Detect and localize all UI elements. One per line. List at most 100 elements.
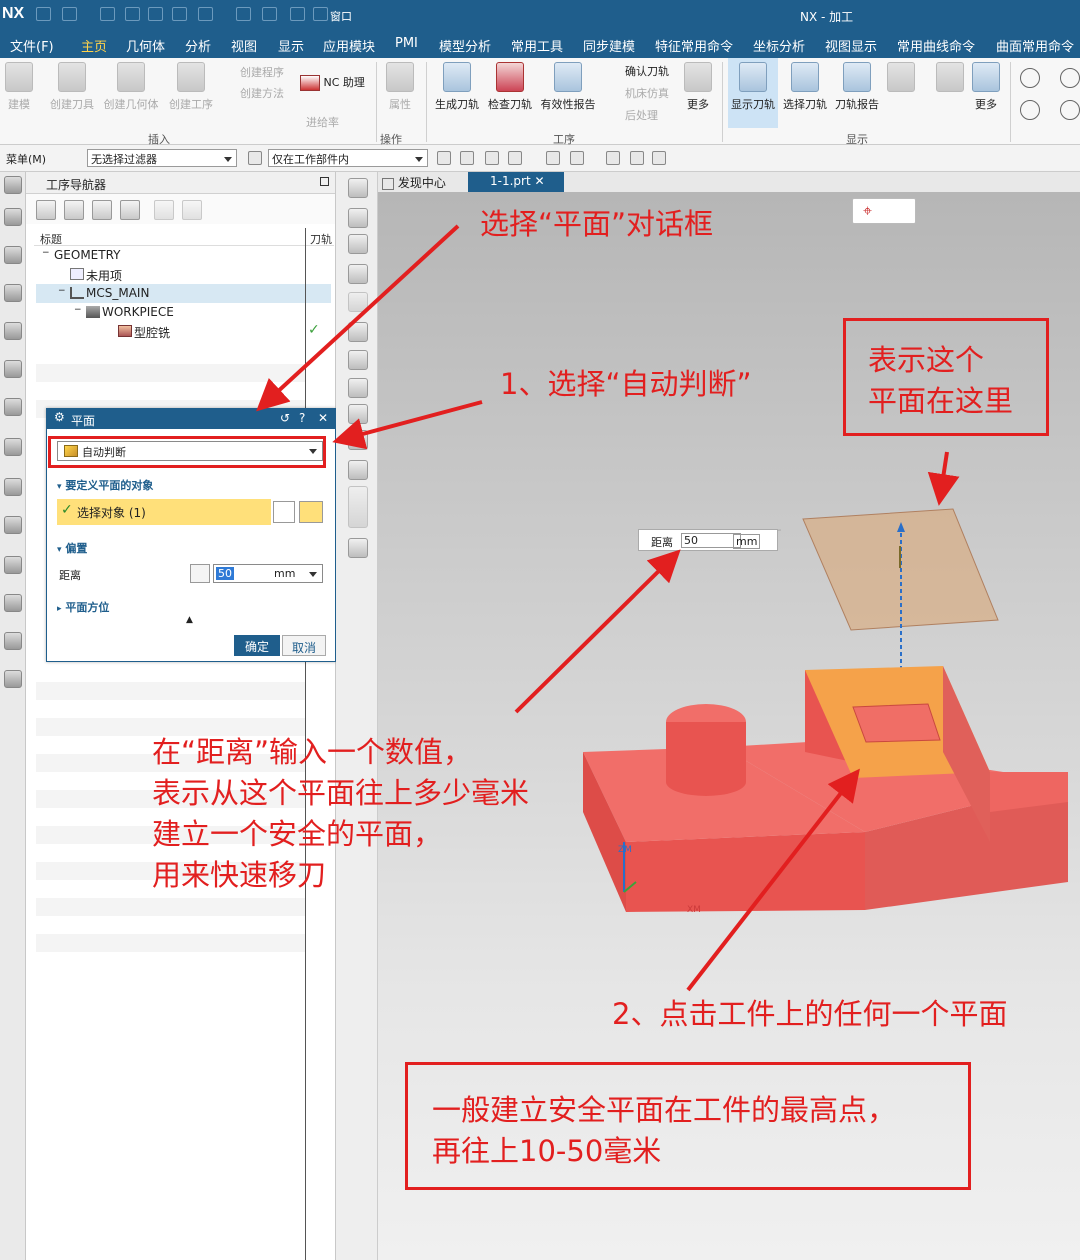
filter-icon[interactable] bbox=[248, 151, 262, 165]
menu-geometry[interactable]: 几何体 bbox=[126, 36, 165, 55]
tree-node-mcs-main[interactable]: − MCS_MAIN bbox=[36, 284, 331, 303]
create-method-button[interactable]: 创建方法 bbox=[240, 85, 284, 101]
type-filter-select[interactable]: 无选择过滤器 bbox=[87, 149, 237, 167]
menu-file[interactable]: 文件(F) bbox=[10, 36, 54, 55]
menu-home[interactable]: 主页 bbox=[81, 36, 108, 60]
menu-application[interactable]: 应用模块 bbox=[323, 36, 375, 55]
copy-icon[interactable] bbox=[125, 7, 140, 21]
select-object-row[interactable]: ✓ 选择对象 (1) bbox=[57, 499, 271, 525]
roles-icon[interactable] bbox=[4, 438, 22, 456]
cube-check-icon[interactable] bbox=[348, 378, 368, 398]
create-operation-button[interactable]: 创建工序 bbox=[166, 62, 216, 112]
next-arrow-icon[interactable] bbox=[1060, 68, 1080, 88]
layer-icon[interactable] bbox=[348, 292, 368, 312]
menu-sync-modeling[interactable]: 同步建模 bbox=[583, 36, 635, 55]
copy-cube-icon[interactable] bbox=[348, 350, 368, 370]
point-dialog-icon[interactable] bbox=[273, 501, 295, 523]
machine-view-icon[interactable] bbox=[64, 200, 84, 220]
assembly-icon[interactable] bbox=[4, 246, 22, 264]
save-icon[interactable] bbox=[36, 7, 51, 21]
path-edit-icon[interactable] bbox=[348, 460, 368, 480]
machine-simulation-button[interactable]: 机床仿真 bbox=[625, 85, 669, 101]
distance-onscreen-input[interactable]: 距离 50 mm bbox=[638, 529, 778, 551]
reuse-icon[interactable] bbox=[4, 398, 22, 416]
nx-icon[interactable] bbox=[4, 670, 22, 688]
more-display-button[interactable]: 更多 bbox=[968, 62, 1004, 112]
fit-icon[interactable] bbox=[348, 178, 368, 198]
palette-icon[interactable] bbox=[4, 478, 22, 496]
settings-icon[interactable] bbox=[4, 176, 22, 194]
tab-discovery[interactable]: 发现中心 bbox=[382, 174, 446, 191]
section-orientation-header[interactable]: ▸ 平面方位 bbox=[57, 599, 109, 615]
menu-surface-commands[interactable]: 曲面常用命令 bbox=[996, 36, 1074, 55]
select-icon[interactable] bbox=[485, 151, 499, 165]
box-select-icon[interactable] bbox=[508, 151, 522, 165]
prev-arrow-icon[interactable] bbox=[1020, 68, 1040, 88]
part-icon[interactable] bbox=[4, 208, 22, 226]
menu-display[interactable]: 显示 bbox=[278, 36, 304, 55]
select-toolpath-button[interactable]: 选择刀轨 bbox=[780, 62, 830, 112]
method-view-icon[interactable] bbox=[120, 200, 140, 220]
feed-rate-button[interactable]: 进给率 bbox=[306, 114, 339, 130]
expand-icon[interactable] bbox=[154, 200, 174, 220]
cube-icon[interactable] bbox=[546, 151, 560, 165]
repeat-icon[interactable] bbox=[172, 7, 187, 21]
menu-analysis[interactable]: 分析 bbox=[185, 36, 211, 55]
window-menu[interactable]: 窗口 bbox=[330, 8, 352, 24]
crosshair-icon[interactable] bbox=[299, 501, 323, 523]
redo-icon[interactable] bbox=[100, 7, 115, 21]
path-move-icon[interactable] bbox=[348, 538, 368, 558]
ok-button[interactable]: 确定 bbox=[234, 635, 280, 656]
reset-icon[interactable]: ↺ bbox=[280, 411, 290, 425]
confirm-toolpath-button[interactable]: 确认刀轨 bbox=[625, 63, 669, 79]
shaded-cube-icon[interactable] bbox=[570, 151, 584, 165]
clone-icon[interactable] bbox=[262, 7, 277, 21]
geometry-view-icon[interactable] bbox=[92, 200, 112, 220]
section-offset-header[interactable]: ▾ 偏置 bbox=[57, 540, 87, 556]
validity-report-button[interactable]: 有效性报告 bbox=[538, 62, 598, 112]
hide-icon[interactable] bbox=[652, 151, 666, 165]
move-arrows-button[interactable] bbox=[936, 62, 964, 96]
path-export-icon[interactable] bbox=[348, 430, 368, 450]
show-toolpath-button[interactable]: 显示刀轨 bbox=[728, 58, 778, 128]
tree-node-workpiece[interactable]: − WORKPIECE bbox=[36, 303, 331, 322]
section-object-header[interactable]: ▾ 要定义平面的对象 bbox=[57, 477, 153, 493]
cube-settings-icon[interactable] bbox=[348, 322, 368, 342]
machine-icon[interactable] bbox=[4, 322, 22, 340]
postprocess-button[interactable]: 后处理 bbox=[625, 107, 658, 123]
path-list-icon[interactable] bbox=[348, 486, 368, 528]
rotate-icon[interactable] bbox=[348, 208, 368, 228]
tab-close-icon[interactable]: ✕ bbox=[535, 174, 545, 188]
menu-view[interactable]: 视图 bbox=[231, 36, 257, 55]
scope-select[interactable]: 仅在工作部件内 bbox=[268, 149, 428, 167]
nc-assistant-button[interactable]: NC 助理 bbox=[300, 74, 365, 91]
tree-node-unused[interactable]: 未用项 bbox=[36, 265, 331, 284]
help-icon[interactable]: ? bbox=[299, 411, 305, 425]
dialog-gear-icon[interactable]: ⚙ bbox=[54, 410, 65, 424]
first-arrow-icon[interactable] bbox=[1020, 100, 1040, 120]
close-icon[interactable]: ✕ bbox=[318, 411, 328, 425]
create-geometry-button[interactable]: 创建几何体 bbox=[102, 62, 160, 112]
brush-icon[interactable] bbox=[348, 264, 368, 284]
main-menu-button[interactable]: 菜单(M) bbox=[6, 151, 46, 167]
eye-icon[interactable] bbox=[630, 151, 644, 165]
menu-coordinate-analysis[interactable]: 坐标分析 bbox=[753, 36, 805, 55]
operation-navigator-icon[interactable] bbox=[4, 284, 22, 302]
menu-common-tools[interactable]: 常用工具 bbox=[511, 36, 563, 55]
last-arrow-icon[interactable] bbox=[1060, 100, 1080, 120]
modeling-button[interactable]: 建模 bbox=[4, 62, 34, 112]
snap2-icon[interactable] bbox=[460, 151, 474, 165]
web-icon[interactable] bbox=[4, 516, 22, 534]
measure-icon[interactable] bbox=[348, 234, 368, 254]
tab-part[interactable]: 1-1.prt ✕ bbox=[468, 172, 564, 192]
menu-curve-commands[interactable]: 常用曲线命令 bbox=[897, 36, 975, 55]
menu-feature-commands[interactable]: 特征常用命令 bbox=[655, 36, 733, 55]
generate-toolpath-button[interactable]: 生成刀轨 bbox=[432, 62, 482, 112]
system-icon[interactable] bbox=[4, 632, 22, 650]
collapse-more-icon[interactable]: ▲ bbox=[186, 615, 193, 625]
window-icon[interactable] bbox=[313, 7, 328, 21]
verify-toolpath-button[interactable]: 检查刀轨 bbox=[485, 62, 535, 112]
command-icon[interactable] bbox=[198, 7, 213, 21]
collapse-icon[interactable] bbox=[182, 200, 202, 220]
tree-node-geometry[interactable]: − GEOMETRY bbox=[36, 246, 331, 265]
